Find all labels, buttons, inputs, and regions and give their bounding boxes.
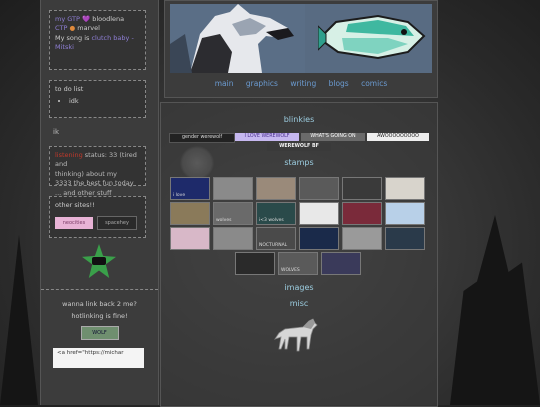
gtp-value: bloodlena [92,15,125,23]
ctp-value: marvel [77,24,100,33]
status-highlight: listening [55,151,83,159]
status-update-box: listening status: 33 (tired and thinking… [49,146,146,197]
todo-box: to do list idk [49,80,146,118]
blinkie[interactable]: WHAT'S GOING ON [301,133,365,141]
ctp-label[interactable]: CTP [55,24,67,32]
blinkies-heading: blinkies [283,115,315,124]
stamp[interactable] [170,227,210,250]
header: main graphics writing blogs comics [164,0,438,98]
sidebar: my GTP 💜 bloodlena CTP ● marvel My song … [40,0,159,405]
stamp[interactable] [342,227,382,250]
stamp[interactable] [321,252,361,275]
tree-silhouette-left [0,235,38,405]
star-badge-icon[interactable] [82,244,116,278]
stamp[interactable] [342,177,382,200]
todo-list: idk [55,97,140,106]
stamp[interactable] [170,202,210,225]
stamp-label: NOCTURNAL [259,243,288,248]
nav-comics[interactable]: comics [361,79,387,88]
link-back-box: wanna link back 2 me? hotlinking is fine… [41,289,158,406]
status-line: 3333 the best fun today [55,179,134,188]
pumpkin-icon: ● [69,24,76,33]
heart-icon: 💜 [82,15,91,23]
ctp-line: CTP ● marvel [55,24,140,33]
blinkie[interactable]: WEREWOLF BF [267,143,331,151]
song-link[interactable]: clutch baby [91,34,129,42]
nav-blogs[interactable]: blogs [329,79,349,88]
stamp[interactable]: WOLVES [278,252,318,275]
stamp-label: i<3 wolves [259,218,284,223]
nav-main[interactable]: main [215,79,234,88]
stamp[interactable] [385,177,425,200]
blinkie[interactable]: I LOVE WEREWOLF [235,133,299,141]
nav-writing[interactable]: writing [290,79,316,88]
other-sites-title: other sites!! [55,201,95,209]
stamp-label: i love [173,193,186,198]
link-code-field[interactable]: <a href="https://michar [53,348,144,368]
header-banner [170,4,432,73]
stamp[interactable] [213,177,253,200]
howling-wolf-icon [170,4,305,73]
stamp[interactable] [235,252,275,275]
todo-title: to do list [55,85,84,93]
other-sites-box: other sites!! neocities spacehey [49,196,146,238]
ik-label: ik [53,128,59,136]
stamp[interactable] [385,202,425,225]
gtp-line: my GTP 💜 bloodlena [55,15,140,24]
stamp[interactable] [256,177,296,200]
link-back-button[interactable]: WOLF [80,326,119,340]
stamp[interactable] [342,202,382,225]
main-nav: main graphics writing blogs comics [165,79,437,88]
song-line: My song is clutch baby - Mitski [55,34,140,53]
stamp[interactable]: NOCTURNAL [256,227,296,250]
tree-silhouette-right [450,215,540,405]
song-label: My song is [55,33,90,42]
stamp[interactable] [213,227,253,250]
other-site-button[interactable]: spacehey [97,216,137,231]
main-content: blinkies gender werewolf I LOVE WEREWOLF… [160,102,438,407]
stamp[interactable] [299,202,339,225]
misc-heading: misc [289,299,309,308]
stamp[interactable]: i<3 wolves [256,202,296,225]
walking-wolf-icon [274,318,318,352]
status-box: my GTP 💜 bloodlena CTP ● marvel My song … [49,10,146,70]
status-line: thinking) about my [55,169,118,178]
stamps-heading: stamps [284,158,314,167]
stamp[interactable] [385,227,425,250]
blinkie[interactable]: gender werewolf [169,133,235,143]
stamp-label: WOLVES [281,268,300,273]
gtp-label[interactable]: my GTP [55,15,80,23]
todo-item: idk [69,97,140,106]
other-site-button[interactable]: neocities [55,217,93,230]
stamp[interactable]: i love [170,177,210,200]
stamp[interactable] [299,227,339,250]
link-code-text: <a href="https://michar [57,350,124,356]
images-heading: images [284,283,314,292]
stamp[interactable]: wolves [213,202,253,225]
stamp[interactable] [299,177,339,200]
link-back-question: wanna link back 2 me? [62,300,137,308]
stamp-label: wolves [216,218,232,223]
nav-graphics[interactable]: graphics [246,79,278,88]
pixel-fish-icon [318,14,426,60]
hotlinking-note: hotlinking is fine! [71,312,128,320]
blinkie[interactable]: AWOOOOOOOOO [367,133,429,141]
